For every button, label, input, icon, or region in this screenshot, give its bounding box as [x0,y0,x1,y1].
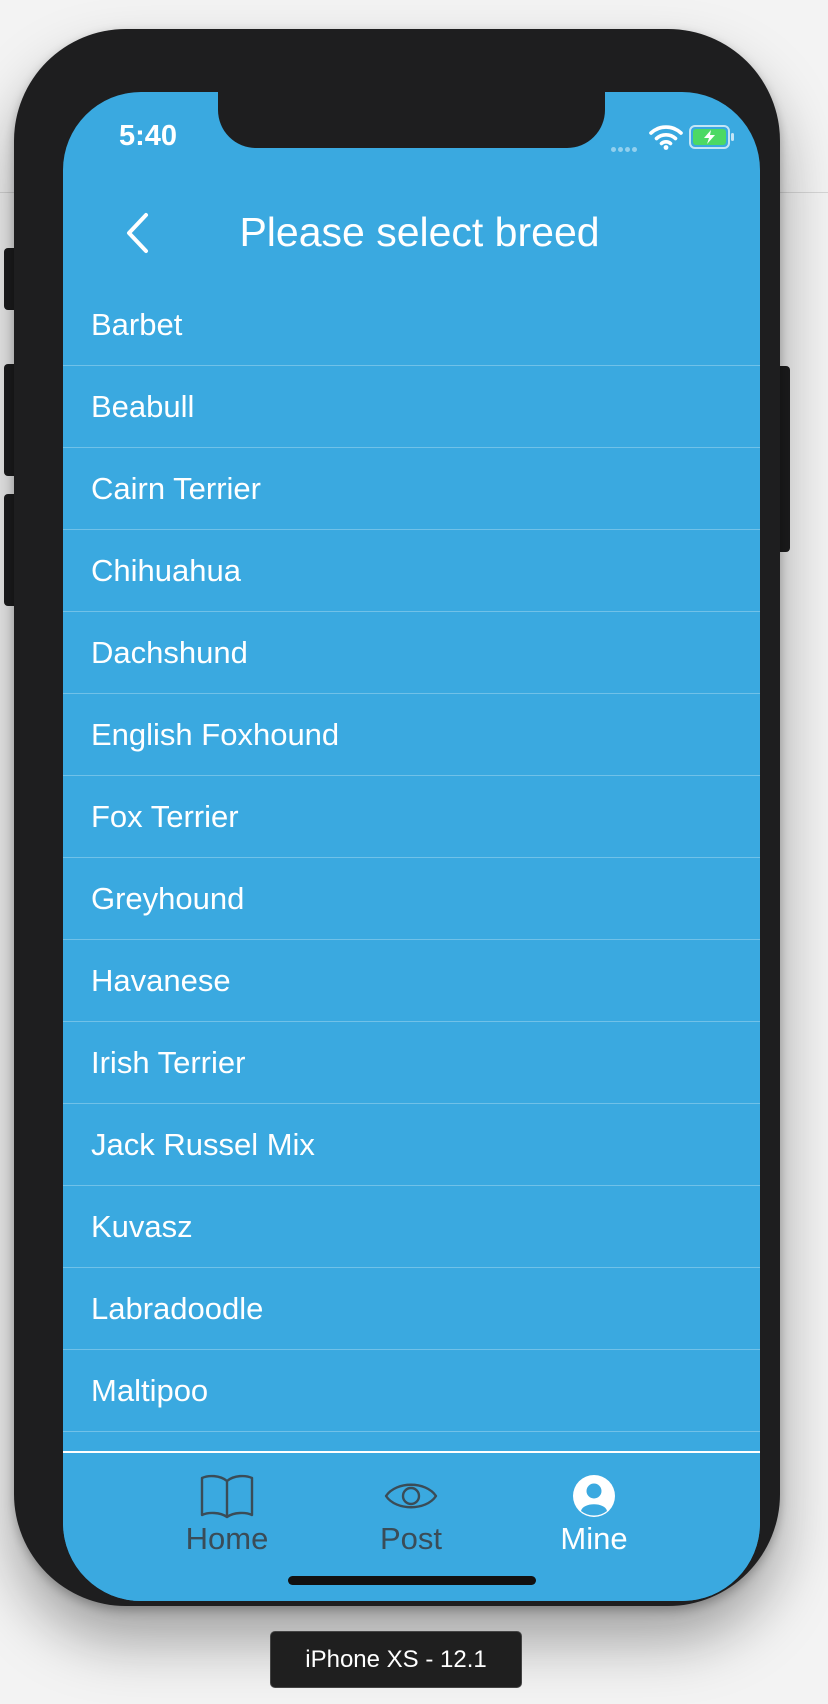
tab-mine-label: Mine [560,1521,628,1556]
page-title: Please select breed [239,209,600,255]
breed-list-item[interactable]: Greyhound [63,858,760,940]
breed-name: Barbet [91,306,183,342]
phone-screen: 5:40 Please select breed Barbet Beabull Ca… [63,92,760,1601]
simulator-device-label: iPhone XS - 12.1 [270,1631,522,1688]
breed-name: Kuvasz [91,1208,193,1244]
breed-list[interactable]: Barbet Beabull Cairn Terrier Chihuahua Dachs… [63,284,760,1451]
breed-list-item[interactable]: Dachshund [63,612,760,694]
breed-list-item[interactable]: Chihuahua [63,530,760,612]
tab-post[interactable]: Post [331,1473,491,1563]
breed-name: Chihuahua [91,552,241,588]
breed-name: Fox Terrier [91,798,239,834]
battery-charging-icon [689,125,734,149]
status-time: 5:40 [119,120,178,152]
breed-name: Labradoodle [91,1290,264,1326]
breed-list-item[interactable]: English Foxhound [63,694,760,776]
breed-name: Jack Russel Mix [91,1126,315,1162]
breed-list-item[interactable]: Irish Terrier [63,1022,760,1104]
breed-list-item[interactable]: Maltipoo [63,1350,760,1432]
wifi-icon [649,125,683,150]
breed-name: Dachshund [91,634,248,670]
breed-name: Maltipoo [91,1372,209,1408]
breed-list-item[interactable]: Havanese [63,940,760,1022]
breed-list-item[interactable]: Barbet [63,284,760,366]
breed-list-item[interactable]: Labradoodle [63,1268,760,1350]
tab-home[interactable]: Home [147,1473,307,1563]
tab-home-label: Home [185,1521,269,1556]
tab-post-label: Post [379,1521,443,1556]
home-indicator [288,1576,536,1585]
breed-name: Cairn Terrier [91,470,261,506]
iphone-frame: 5:40 Please select breed Barbet Beabull Ca… [14,29,780,1606]
breed-list-item[interactable]: Beabull [63,366,760,448]
breed-name: Irish Terrier [91,1044,246,1080]
breed-list-item[interactable]: Fox Terrier [63,776,760,858]
breed-name: Havanese [91,962,231,998]
breed-name: Greyhound [91,880,245,916]
breed-list-item[interactable]: Jack Russel Mix [63,1104,760,1186]
notch [218,92,605,148]
breed-list-item[interactable]: Cairn Terrier [63,448,760,530]
navigation-bar: Please select breed [63,187,760,277]
cellular-signal-icon [611,139,643,152]
breed-list-item[interactable]: Newfoundland Mix [63,1432,760,1451]
breed-name: English Foxhound [91,716,340,752]
book-icon [200,1474,254,1519]
breed-name: Beabull [91,388,195,424]
eye-icon [384,1483,438,1509]
tab-mine[interactable]: Mine [514,1473,674,1563]
breed-list-item[interactable]: Kuvasz [63,1186,760,1268]
user-icon [573,1475,615,1517]
